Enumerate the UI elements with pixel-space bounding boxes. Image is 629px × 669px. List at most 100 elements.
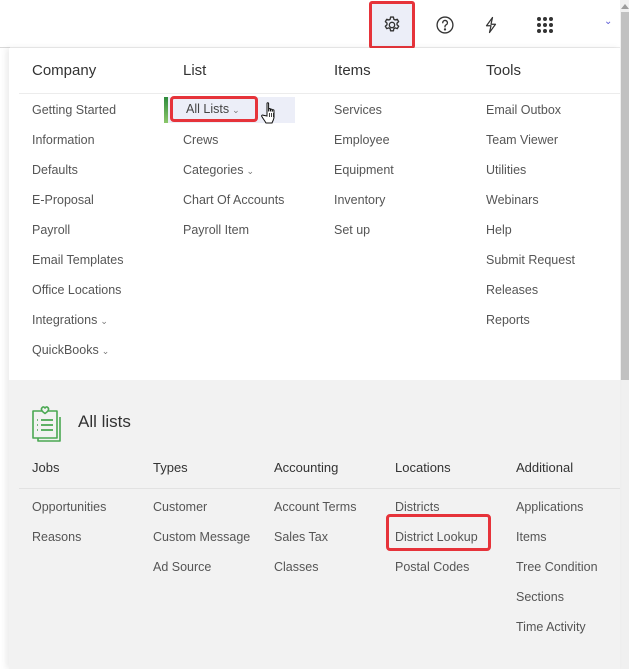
- menu-item-employee[interactable]: Employee: [334, 130, 394, 160]
- chevron-down-icon: ⌄: [100, 316, 108, 326]
- menu-item-label: Utilities: [486, 163, 527, 177]
- menu-item-quickbooks[interactable]: QuickBooks ⌄: [32, 340, 123, 370]
- column-heading-company: Company: [32, 62, 97, 79]
- menu-item-getting-started[interactable]: Getting Started: [32, 100, 123, 130]
- top-bar: ⌄: [0, 0, 620, 49]
- list-item-customer[interactable]: Customer: [153, 497, 250, 527]
- menu-item-releases[interactable]: Releases: [486, 280, 575, 310]
- settings-menu-top: Company List Items Tools Getting Started…: [9, 48, 620, 380]
- list-item-custom-message[interactable]: Custom Message: [153, 527, 250, 557]
- divider: [19, 488, 620, 489]
- menu-item-services[interactable]: Services: [334, 100, 394, 130]
- column-heading-locations: Locations: [395, 460, 451, 475]
- menu-item-defaults[interactable]: Defaults: [32, 160, 123, 190]
- menu-item-label: Chart Of Accounts: [183, 193, 285, 207]
- apps-button[interactable]: [522, 3, 568, 47]
- divider: [19, 93, 620, 94]
- menu-item-utilities[interactable]: Utilities: [486, 160, 575, 190]
- items-column: Services Employee Equipment Inventory Se…: [334, 100, 394, 250]
- column-heading-items: Items: [334, 62, 371, 79]
- menu-item-label: Email Templates: [32, 253, 124, 267]
- settings-mega-menu: Company List Items Tools Getting Started…: [9, 48, 620, 669]
- scrollbar[interactable]: [620, 0, 629, 669]
- menu-item-label: Categories: [183, 163, 244, 177]
- scrollbar-thumb[interactable]: [621, 12, 629, 380]
- list-item-tree-condition[interactable]: Tree Condition: [516, 557, 598, 587]
- menu-item-payroll-item[interactable]: Payroll Item: [183, 220, 284, 250]
- menu-item-submit-request[interactable]: Submit Request: [486, 250, 575, 280]
- quick-actions-button[interactable]: [468, 3, 514, 47]
- menu-item-label: Crews: [183, 133, 219, 147]
- menu-item-label: Inventory: [334, 193, 386, 207]
- menu-item-categories[interactable]: Categories ⌄: [183, 160, 284, 190]
- accounting-column: Account Terms Sales Tax Classes: [274, 497, 356, 587]
- menu-item-team-viewer[interactable]: Team Viewer: [486, 130, 575, 160]
- list-item-classes[interactable]: Classes: [274, 557, 356, 587]
- list-item-postal-codes[interactable]: Postal Codes: [395, 557, 478, 587]
- chevron-down-icon: ⌄: [246, 166, 254, 176]
- menu-item-label: Getting Started: [32, 103, 117, 117]
- settings-button[interactable]: [369, 1, 415, 49]
- menu-item-email-templates[interactable]: Email Templates: [32, 250, 123, 280]
- menu-item-payroll[interactable]: Payroll: [32, 220, 123, 250]
- scroll-up-arrow[interactable]: [621, 4, 629, 9]
- menu-item-label: Defaults: [32, 163, 78, 177]
- menu-item-label: Equipment: [334, 163, 394, 177]
- highlight-box: [386, 514, 491, 551]
- menu-item-crews[interactable]: Crews: [183, 130, 284, 160]
- menu-item-information[interactable]: Information: [32, 130, 123, 160]
- menu-item-equipment[interactable]: Equipment: [334, 160, 394, 190]
- list-item-sections[interactable]: Sections: [516, 587, 598, 617]
- list-item-account-terms[interactable]: Account Terms: [274, 497, 356, 527]
- menu-item-webinars[interactable]: Webinars: [486, 190, 575, 220]
- menu-item-label: E-Proposal: [32, 193, 94, 207]
- column-heading-tools: Tools: [486, 62, 522, 79]
- menu-item-help[interactable]: Help: [486, 220, 575, 250]
- menu-item-reports[interactable]: Reports: [486, 310, 575, 340]
- menu-item-label: Information: [32, 133, 95, 147]
- menu-item-label: Email Outbox: [486, 103, 562, 117]
- list-item-items[interactable]: Items: [516, 527, 598, 557]
- lightning-icon: [485, 16, 497, 34]
- menu-item-label: Webinars: [486, 193, 539, 207]
- menu-item-label: Integrations: [32, 313, 98, 327]
- clipboard-list-icon: [32, 406, 61, 442]
- menu-item-label: Help: [486, 223, 512, 237]
- list-item-reasons[interactable]: Reasons: [32, 527, 106, 557]
- jobs-column: Opportunities Reasons: [32, 497, 106, 557]
- column-heading-accounting: Accounting: [274, 460, 339, 475]
- column-heading-jobs: Jobs: [32, 460, 60, 475]
- menu-item-label: Office Locations: [32, 283, 122, 297]
- list-item-sales-tax[interactable]: Sales Tax: [274, 527, 356, 557]
- list-item-ad-source[interactable]: Ad Source: [153, 557, 250, 587]
- help-circle-icon: [436, 16, 454, 34]
- menu-item-set-up[interactable]: Set up: [334, 220, 394, 250]
- gear-icon: [384, 16, 400, 32]
- column-heading-list: List: [183, 62, 207, 79]
- chevron-down-icon[interactable]: ⌄: [604, 16, 612, 27]
- menu-item-label: Payroll Item: [183, 223, 249, 237]
- list-item-opportunities[interactable]: Opportunities: [32, 497, 106, 527]
- additional-column: Applications Items Tree Condition Sectio…: [516, 497, 598, 647]
- menu-item-e-proposal[interactable]: E-Proposal: [32, 190, 123, 220]
- menu-item-integrations[interactable]: Integrations ⌄: [32, 310, 123, 340]
- list-column: . Crews Categories⌄ Chart Of Accounts Pa…: [183, 100, 284, 250]
- list-item-applications[interactable]: Applications: [516, 497, 598, 527]
- column-heading-types: Types: [153, 460, 188, 475]
- menu-item-label: Team Viewer: [486, 133, 559, 147]
- menu-item-label: Releases: [486, 283, 539, 297]
- menu-item-label: Employee: [334, 133, 390, 147]
- menu-item-label: Payroll: [32, 223, 71, 237]
- tools-column: Email Outbox Team Viewer Utilities Webin…: [486, 100, 575, 340]
- menu-item-inventory[interactable]: Inventory: [334, 190, 394, 220]
- menu-item-label: Reports: [486, 313, 530, 327]
- chevron-down-icon: ⌄: [101, 346, 110, 356]
- all-lists-submenu: All lists Jobs Types Accounting Location…: [9, 380, 620, 669]
- list-item-time-activity[interactable]: Time Activity: [516, 617, 598, 647]
- menu-item-label: Services: [334, 103, 382, 117]
- menu-item-email-outbox[interactable]: Email Outbox: [486, 100, 575, 130]
- menu-item-chart-of-accounts[interactable]: Chart Of Accounts: [183, 190, 284, 220]
- column-heading-additional: Additional: [516, 460, 574, 475]
- menu-item-office-locations[interactable]: Office Locations: [32, 280, 123, 310]
- help-button[interactable]: [422, 3, 468, 47]
